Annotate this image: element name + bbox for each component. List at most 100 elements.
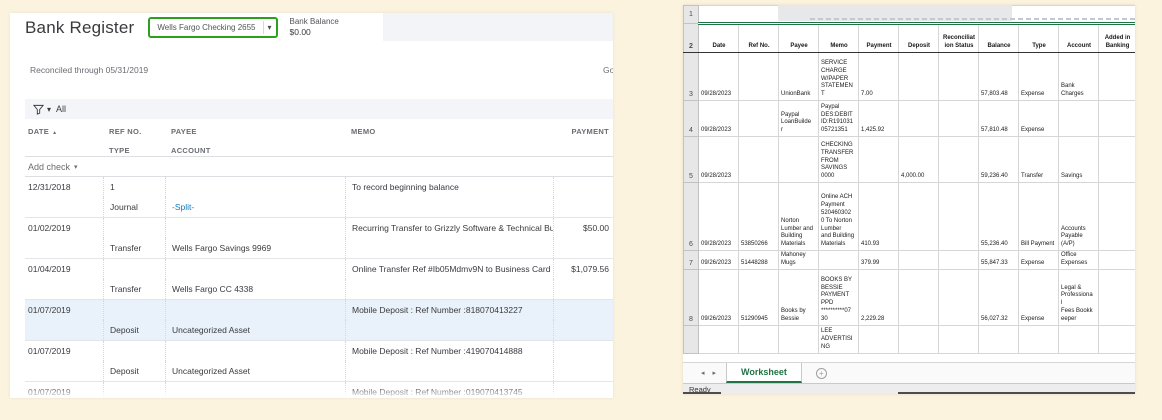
cell-payee[interactable]: UnionBank bbox=[779, 53, 819, 101]
prev-sheet-icon[interactable]: ◂ bbox=[701, 369, 705, 377]
col-header-memo[interactable]: Memo bbox=[819, 24, 859, 53]
cell-reconciliation-status[interactable] bbox=[939, 101, 979, 137]
next-sheet-icon[interactable]: ▸ bbox=[713, 369, 717, 377]
cell-added-in-banking[interactable] bbox=[1099, 53, 1136, 101]
col-header-payee[interactable]: Payee bbox=[779, 24, 819, 53]
cell-balance[interactable]: 55,236.40 bbox=[979, 183, 1019, 251]
cell-added-in-banking[interactable] bbox=[1099, 269, 1136, 325]
cell-payee[interactable]: Books by Bessie bbox=[779, 269, 819, 325]
horizontal-scrollbar[interactable] bbox=[898, 392, 1135, 394]
cell-payment[interactable] bbox=[859, 137, 899, 183]
cell-type[interactable]: Bill Payment bbox=[1019, 183, 1059, 251]
col-header-refno[interactable]: Ref No. bbox=[739, 24, 779, 53]
cell-type[interactable] bbox=[1019, 325, 1059, 353]
split-link[interactable]: -Split- bbox=[165, 197, 345, 217]
cell-account[interactable]: Savings bbox=[1059, 137, 1099, 183]
col-header-deposit[interactable]: Deposit bbox=[899, 24, 939, 53]
account-selector[interactable]: Wells Fargo Checking 2655 ▾ bbox=[148, 17, 277, 38]
cell-added-in-banking[interactable] bbox=[1099, 325, 1136, 353]
cell-balance[interactable]: 55,847.33 bbox=[979, 251, 1019, 270]
cell-type[interactable]: Transfer bbox=[1019, 137, 1059, 183]
cell-type[interactable]: Expense bbox=[1019, 53, 1059, 101]
cell-account[interactable]: Legal & Professiona l Fees Bookk eeper bbox=[1059, 269, 1099, 325]
cell-deposit[interactable] bbox=[899, 325, 939, 353]
cell-payment[interactable]: 379.99 bbox=[859, 251, 899, 270]
sheet-data-row[interactable]: 7 09/26/2023 51448288 Mahoney Mugs 379.9… bbox=[684, 251, 1136, 270]
table-row[interactable]: 01/02/2019 Recurring Transfer to Grizzly… bbox=[25, 218, 613, 259]
filter-funnel-icon[interactable] bbox=[33, 104, 44, 115]
sheet-data-row[interactable]: 6 09/28/2023 53850266 Norton Lumber and … bbox=[684, 183, 1136, 251]
sheet-header-row[interactable]: 2 Date Ref No. Payee Memo Payment Deposi… bbox=[684, 24, 1136, 53]
cell-type[interactable]: Expense bbox=[1019, 101, 1059, 137]
sheet-data-row[interactable]: LEE ADVERTISI NG bbox=[684, 325, 1136, 353]
cell-date[interactable]: 09/28/2023 bbox=[699, 137, 739, 183]
sheet-data-row[interactable]: 3 09/28/2023 UnionBank SERVICE CHARGE W/… bbox=[684, 53, 1136, 101]
col-header-account[interactable]: ACCOUNT bbox=[165, 146, 345, 155]
cell-payment[interactable]: 410.93 bbox=[859, 183, 899, 251]
cell-reconciliation-status[interactable] bbox=[939, 183, 979, 251]
col-header-account[interactable]: Account bbox=[1059, 24, 1099, 53]
cell-balance[interactable] bbox=[979, 325, 1019, 353]
col-header-payee[interactable]: PAYEE bbox=[165, 127, 345, 136]
cell-memo[interactable]: BOOKS BY BESSIE PAYMENT PPD **********07… bbox=[819, 269, 859, 325]
cell-account[interactable]: Office Expenses bbox=[1059, 251, 1099, 270]
add-check-button[interactable]: Add check ▾ bbox=[25, 157, 613, 177]
col-header-payment[interactable]: Payment bbox=[859, 24, 899, 53]
cell-deposit[interactable]: 4,000.00 bbox=[899, 137, 939, 183]
cell-memo[interactable]: LEE ADVERTISI NG bbox=[819, 325, 859, 353]
cell-refno[interactable] bbox=[739, 101, 779, 137]
table-row-selected[interactable]: 01/07/2019 Mobile Deposit : Ref Number :… bbox=[25, 300, 613, 341]
row-number[interactable]: 1 bbox=[684, 6, 699, 24]
cell-account[interactable] bbox=[1059, 101, 1099, 137]
cell-reconciliation-status[interactable] bbox=[939, 251, 979, 270]
table-row[interactable]: 01/07/2019 Mobile Deposit : Ref Number :… bbox=[25, 382, 613, 398]
cell-refno[interactable] bbox=[739, 137, 779, 183]
cell-balance[interactable]: 56,027.32 bbox=[979, 269, 1019, 325]
row-number[interactable] bbox=[684, 325, 699, 353]
row-number[interactable]: 7 bbox=[684, 251, 699, 270]
cell-date[interactable]: 09/28/2023 bbox=[699, 101, 739, 137]
cell-type[interactable]: Expense bbox=[1019, 269, 1059, 325]
table-row[interactable]: 12/31/2018 1 To record beginning balance… bbox=[25, 177, 613, 218]
row-number[interactable]: 5 bbox=[684, 137, 699, 183]
cell-payee[interactable]: Paypal LoanBuilde r bbox=[779, 101, 819, 137]
row-number[interactable]: 6 bbox=[684, 183, 699, 251]
cell-added-in-banking[interactable] bbox=[1099, 137, 1136, 183]
cell-reconciliation-status[interactable] bbox=[939, 53, 979, 101]
col-header-payment[interactable]: PAYMENT bbox=[553, 127, 613, 136]
cell-payment[interactable]: 1,425.92 bbox=[859, 101, 899, 137]
cell-refno[interactable]: 51290945 bbox=[739, 269, 779, 325]
filter-chevron-down-icon[interactable]: ▾ bbox=[47, 105, 51, 114]
cell-date[interactable]: 09/28/2023 bbox=[699, 53, 739, 101]
row-number[interactable]: 3 bbox=[684, 53, 699, 101]
cell-refno[interactable] bbox=[739, 53, 779, 101]
cell-account[interactable] bbox=[1059, 325, 1099, 353]
cell-date[interactable]: 09/26/2023 bbox=[699, 269, 739, 325]
cell-type[interactable]: Expense bbox=[1019, 251, 1059, 270]
row-number[interactable]: 4 bbox=[684, 101, 699, 137]
col-header-date[interactable]: DATE▲ bbox=[25, 127, 103, 136]
cell-date[interactable]: 09/28/2023 bbox=[699, 183, 739, 251]
cell-deposit[interactable] bbox=[899, 269, 939, 325]
cell-added-in-banking[interactable] bbox=[1099, 101, 1136, 137]
col-header-type[interactable]: TYPE bbox=[103, 146, 165, 155]
col-header-memo[interactable]: MEMO bbox=[345, 127, 553, 136]
cell-date[interactable] bbox=[699, 325, 739, 353]
cell-memo[interactable]: Online ACH Payment 520460302 0 To Norton… bbox=[819, 183, 859, 251]
cell-refno[interactable]: 53850266 bbox=[739, 183, 779, 251]
table-row[interactable]: 01/07/2019 Mobile Deposit : Ref Number :… bbox=[25, 341, 613, 382]
tab-worksheet[interactable]: Worksheet bbox=[726, 363, 802, 383]
cell-account[interactable]: Accounts Payable (A/P) bbox=[1059, 183, 1099, 251]
row-number[interactable]: 2 bbox=[684, 24, 699, 53]
cell-balance[interactable]: 59,236.40 bbox=[979, 137, 1019, 183]
cell-balance[interactable]: 57,803.48 bbox=[979, 53, 1019, 101]
cell-payment[interactable]: 7.00 bbox=[859, 53, 899, 101]
cell-deposit[interactable] bbox=[899, 251, 939, 270]
add-sheet-button[interactable]: + bbox=[816, 363, 827, 383]
cell-deposit[interactable] bbox=[899, 101, 939, 137]
cell-refno[interactable] bbox=[739, 325, 779, 353]
cell-payment[interactable] bbox=[859, 325, 899, 353]
cell-reconciliation-status[interactable] bbox=[939, 269, 979, 325]
cell-payee[interactable]: Mahoney Mugs bbox=[779, 251, 819, 270]
cell-payee[interactable] bbox=[779, 325, 819, 353]
